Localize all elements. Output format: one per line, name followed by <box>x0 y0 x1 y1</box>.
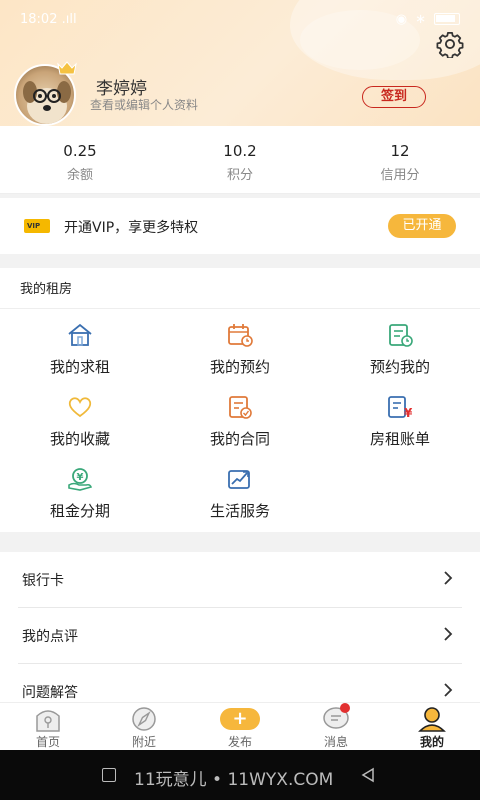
settings-gear-icon[interactable] <box>436 30 464 58</box>
watermark: 11玩意儿 • 11WYX.COM <box>134 770 334 790</box>
grid-item-label: 我的收藏 <box>49 430 110 448</box>
heart-icon <box>68 397 92 418</box>
back-triangle-icon[interactable] <box>360 767 376 783</box>
unread-badge <box>340 703 350 713</box>
contract-icon <box>229 396 252 419</box>
grid-item-label: 预约我的 <box>369 358 430 376</box>
chevron-right-icon <box>444 627 453 641</box>
compass-icon <box>132 707 156 731</box>
edit-profile-link[interactable]: 查看或编辑个人资料 <box>90 96 198 113</box>
grid-item-label: 租金分期 <box>49 502 110 520</box>
grid-item-appointments-of-me[interactable]: 预约我的 <box>320 322 480 377</box>
stat-label: 信用分 <box>380 168 420 183</box>
settings-list: 银行卡 我的点评 问题解答 <box>0 552 480 712</box>
grid-item-contracts[interactable]: 我的合同 <box>160 394 320 449</box>
svg-text:¥: ¥ <box>404 406 413 420</box>
list-item-my-reviews[interactable]: 我的点评 <box>0 608 480 664</box>
tab-messages[interactable]: 消息 <box>288 703 384 750</box>
list-item-label: 我的点评 <box>22 629 78 645</box>
list-item-label: 银行卡 <box>22 573 64 589</box>
stat-value: 0.25 <box>63 142 97 160</box>
crown-badge-icon <box>57 61 77 75</box>
battery-icon <box>434 13 460 25</box>
grid-item-label: 生活服务 <box>209 502 270 520</box>
bottom-tab-bar: 首页 附近 + 发布 消息 我的 <box>0 702 480 750</box>
tab-home[interactable]: 首页 <box>0 703 96 750</box>
stat-value: 12 <box>390 142 410 160</box>
system-nav-bar: 11玩意儿 • 11WYX.COM <box>0 750 480 800</box>
calendar-clock-icon <box>228 324 253 347</box>
tab-label: 首页 <box>35 735 60 749</box>
tab-label: 发布 <box>227 735 252 749</box>
yen-coin-hand-icon: ¥ <box>68 468 93 491</box>
plus-icon: + <box>220 708 260 730</box>
status-left: 18:02 .ıll <box>20 12 77 27</box>
home-tab-icon <box>36 710 60 732</box>
status-right: ◉ ∗ <box>396 12 460 27</box>
list-item-bank-card[interactable]: 银行卡 <box>0 552 480 608</box>
divider <box>0 308 480 309</box>
vip-card-icon: VIP <box>24 219 50 233</box>
stat-value: 10.2 <box>223 142 257 160</box>
grid-item-my-rent-request[interactable]: 我的求租 <box>0 322 160 377</box>
chevron-right-icon <box>444 571 453 585</box>
list-item-label: 问题解答 <box>22 685 78 701</box>
recent-apps-icon[interactable] <box>102 768 116 782</box>
tab-label: 消息 <box>323 735 348 749</box>
tab-nearby[interactable]: 附近 <box>96 703 192 750</box>
stat-label: 余额 <box>66 168 93 183</box>
signal-icon: .ıll <box>61 11 77 27</box>
tab-mine[interactable]: 我的 <box>384 703 480 750</box>
profile-header: 18:02 .ıll ◉ ∗ 李婷婷 查看或编辑个人资料 签到 <box>0 0 480 126</box>
chevron-right-icon <box>444 683 453 697</box>
bill-yen-icon: ¥ <box>388 396 413 420</box>
vip-status-button[interactable]: 已开通 <box>388 214 456 238</box>
status-time: 18:02 <box>20 11 58 27</box>
document-clock-icon <box>389 324 413 347</box>
stats-row: 0.25 余额 10.2 积分 12 信用分 <box>0 126 480 194</box>
tab-label: 附近 <box>131 735 156 749</box>
house-icon <box>68 323 92 346</box>
stat-balance[interactable]: 0.25 余额 <box>0 126 160 193</box>
stat-label: 积分 <box>226 168 253 183</box>
svg-text:¥: ¥ <box>77 472 84 483</box>
wifi-icon: ◉ <box>395 11 408 27</box>
grid-item-label: 我的求租 <box>49 358 110 376</box>
grid-item-favorites[interactable]: 我的收藏 <box>0 394 160 449</box>
grid-item-label: 房租账单 <box>369 430 430 448</box>
grid-item-label: 我的合同 <box>209 430 270 448</box>
tab-label: 我的 <box>419 735 444 749</box>
status-bar: 18:02 .ıll ◉ ∗ <box>20 10 460 28</box>
trend-chart-icon <box>228 470 250 489</box>
stat-credit[interactable]: 12 信用分 <box>320 126 480 193</box>
vip-row[interactable]: VIP 开通VIP，享更多特权 已开通 <box>0 198 480 254</box>
grid-item-rent-installment[interactable]: ¥ 租金分期 <box>0 466 160 521</box>
grid-item-rent-bill[interactable]: ¥ 房租账单 <box>320 394 480 449</box>
vip-text: 开通VIP，享更多特权 <box>64 220 199 236</box>
rent-section: 我的租房 我的求租 我的预约 预约我的 我的收藏 我的合同 ¥ 房租账单 ¥ 租… <box>0 268 480 532</box>
signin-button[interactable]: 签到 <box>362 86 426 108</box>
grid-item-label: 我的预约 <box>209 358 270 376</box>
user-icon <box>418 707 446 732</box>
section-title: 我的租房 <box>20 282 73 297</box>
stat-points[interactable]: 10.2 积分 <box>160 126 320 193</box>
grid-item-life-services[interactable]: 生活服务 <box>160 466 320 521</box>
grid-item-my-appointments[interactable]: 我的预约 <box>160 322 320 377</box>
tab-publish[interactable]: + 发布 <box>192 703 288 750</box>
bluetooth-icon: ∗ <box>415 11 426 27</box>
